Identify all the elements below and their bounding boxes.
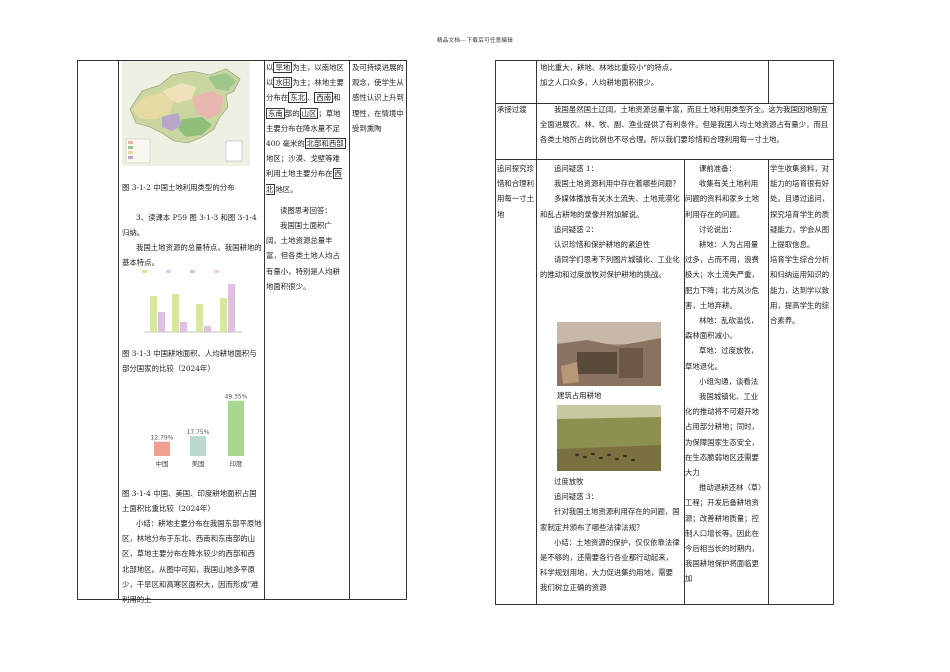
transition-text: 我国虽然国土辽阔，土地资源总量丰富，而且土地利用类型齐全。这为我国因地制宜全面进…	[540, 105, 829, 145]
chart-farmland-ratio: 12.79% 中国 17.75% 美国 49.35% 印度	[151, 394, 248, 468]
bar-category-label-2: 印度	[230, 459, 244, 468]
question-1-body: 我国土地资源利用中存在着哪些问题？	[554, 179, 680, 189]
answer-northeast: 东北	[288, 92, 307, 104]
inquiry-label: 追问探究珍惜和合理利用每一寸土地	[497, 164, 534, 219]
fig-caption-ratio: 图 3-1-4 中国、美国、印度耕地面积占国土面积比重比较（2024年）	[122, 489, 257, 514]
answer-north-west: 北部和西部	[304, 138, 346, 150]
row1-text: 地比重大，耕地、林地比重较小"的特点，加之人口众多，人均耕地面积很少。	[540, 63, 677, 88]
bottom-inquiry-column: 过度放牧 追问疑惑 3： 针对我国土地资源利用存在的问题，国家制定并颁布了哪些法…	[540, 474, 680, 596]
activity-grassland: 草地：过度放牧，草地退化。	[685, 346, 759, 371]
question-3-body: 针对我国土地资源利用存在的问题，国家制定并颁布了哪些法律法规？	[540, 507, 680, 532]
question-1-media: 多媒体播放有关水土流失、土地荒漠化和乱占耕地的录像并附加解说。	[540, 194, 680, 219]
answer-text-9: 地区。	[275, 184, 298, 194]
question-3-summary: 小结：土地资源的保护，仅仅依靠法律是不够的，还需要各行各业都行动起来，科学规划用…	[540, 537, 680, 593]
question-2-title: 追问疑惑 2：	[554, 224, 599, 234]
answer-southwest: 西南	[314, 92, 334, 104]
answer-text-8: 地区；沙漠、戈壁等难利用土地主要分布在	[266, 154, 340, 179]
activity-prep-title: 课前准备：	[699, 164, 736, 173]
photo-1-caption: 建筑占用耕地	[557, 391, 602, 400]
activity-discuss-title: 讨论说出：	[699, 224, 736, 234]
bar-value-label-2: 49.35%	[225, 394, 248, 401]
answer-text-6: 部的	[284, 108, 300, 118]
bar-category-label-1: 美国	[192, 459, 205, 468]
reading-instruction: 3、读课本 P59 图 3-1-3 和图 3-1-4 归纳。	[122, 213, 257, 238]
page-header: 精品文档---下载后可任意编辑	[436, 38, 514, 44]
bar-2	[228, 400, 244, 456]
bar-0	[154, 441, 170, 456]
photo-2-caption: 过度放牧	[554, 477, 584, 486]
chart-farmland-comparison	[138, 268, 248, 340]
activity-urbanization: 我国城镇化、工业化的推动将不可避开地占用部分耕地；同时，为保障国家生态安全，在生…	[685, 392, 759, 478]
question-2-task: 请同学们思考下列图片城镇化、工业化的推动和过度放牧对保护耕地的挑战。	[540, 255, 680, 280]
bar-value-label-0: 12.79%	[151, 435, 174, 442]
bar-category-label-0: 中国	[156, 459, 169, 468]
summary-question: 我国土地资源的总量特点，我国耕地的基本特点。	[122, 243, 262, 268]
summary-paragraph: 小结：耕地主要分布在我国东部平原地区，林地分布于东北、西南和东南部的山区，草地主…	[122, 519, 262, 605]
answer-text-5: 和	[333, 93, 341, 103]
photo-overgrazing	[557, 405, 661, 471]
fig-caption-farmland: 图 3-1-3 中国耕地面积、人均耕地面积与部分国家的比较（2024年）	[122, 349, 257, 374]
activity-forest: 林地：乱砍滥伐，森林面积减小。	[685, 316, 759, 341]
activity-group: 小组沟通，谈看法	[699, 376, 759, 386]
answer-mountain: 山区	[299, 107, 319, 119]
bar-1	[190, 436, 206, 456]
goal-column: 及可持续进展的观念，使学生从感性认识上升到理性，在情境中受到熏陶	[352, 63, 404, 133]
student-activity-column: 课前准备： 收集有关土地利用问题的资料和家乡土地利用存在的问题。 讨论说出： 耕…	[685, 161, 765, 587]
answer-column: 以旱地 为主，以南地区以 水田 为主；林地主要分布在 东北、西南 和东南 部的 山区 ；草地主要…	[266, 60, 346, 294]
question-2-body: 认识珍惜和保护耕地的紧迫性	[554, 240, 651, 250]
inquiry-column: 追问疑惑 1： 我国土地资源利用中存在着哪些问题？ 多媒体播放有关水土流失、土地…	[540, 161, 680, 283]
answer-paddy: 水田	[273, 77, 293, 89]
answer-body: 我国国土面积广阔，土地资源总量丰富，但各类土地人均占有量小，特别是人均耕地面积很…	[266, 221, 340, 291]
question-1-title: 追问疑惑 1：	[554, 164, 599, 173]
transition-label: 承接过渡	[497, 105, 527, 114]
answer-southeast: 东南	[266, 107, 285, 119]
design-intent-column: 学生收集资料，对能力的培育很有好处。且通过追问，探究培育学生的质疑能力，学会从图…	[770, 164, 830, 326]
question-3-title: 追问疑惑 3：	[554, 492, 599, 502]
activity-prep-body: 收集有关土地利用问题的资料和家乡土地利用存在的问题。	[685, 179, 759, 219]
china-land-use-map	[122, 61, 250, 166]
answer-title: 读图思考回答：	[280, 205, 332, 215]
fig-caption-land-use: 图 3-1-2 中国土地利用类型的分布	[122, 183, 235, 192]
answer-dryland: 旱地	[273, 62, 293, 73]
bar-value-label-1: 17.75%	[187, 429, 210, 436]
activity-reforestation: 推动退耕还林（草）工程；开发后备耕地资源；改善耕地质量；控制人口增长等。因此在今…	[685, 483, 762, 584]
photo-construction-on-farmland	[557, 322, 661, 386]
activity-farmland: 耕地：人为占用量过多，占而不用，浪费极大；水土流失严重，肥力下降；北方风沙危害，…	[685, 240, 759, 310]
